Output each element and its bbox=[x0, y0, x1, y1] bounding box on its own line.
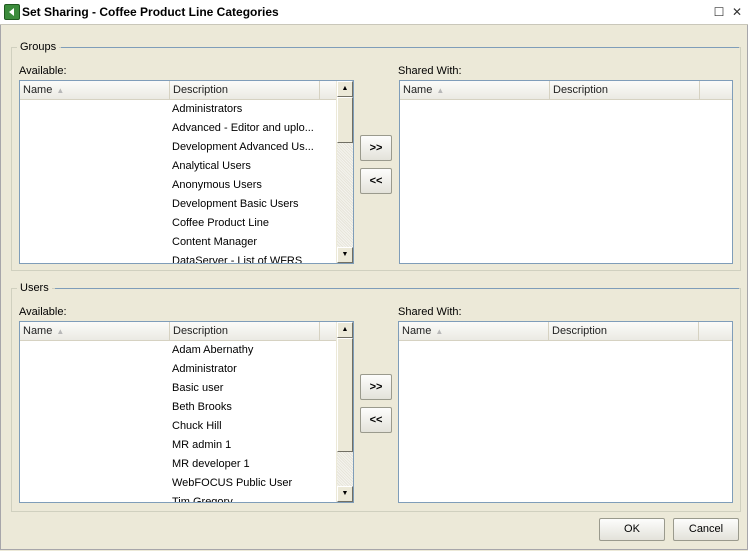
dialog-body: Groups Available: Shared With: Name ▲ Des… bbox=[0, 25, 748, 550]
item-description: DataServer - List of WFRS bbox=[172, 255, 303, 264]
list-item[interactable]: BasicUsersDevelopment Basic Users bbox=[20, 195, 336, 214]
users-add-button[interactable]: >> bbox=[360, 374, 392, 400]
column-header-description[interactable]: Description bbox=[549, 322, 699, 340]
groups-divider bbox=[61, 47, 739, 48]
scroll-up-icon[interactable]: ▲ bbox=[337, 322, 353, 338]
item-description: Coffee Product Line bbox=[172, 217, 270, 229]
item-description: MR developer 1 bbox=[172, 458, 250, 470]
column-header-name[interactable]: Name ▲ bbox=[20, 322, 170, 340]
groups-shared-list[interactable]: Name ▲ Description bbox=[399, 80, 733, 264]
item-description: Administrators bbox=[172, 103, 243, 115]
list-item[interactable]: mrdev1MR developer 1 bbox=[20, 455, 336, 474]
groups-available-header: Name ▲ Description bbox=[20, 81, 353, 100]
back-arrow-icon[interactable] bbox=[4, 4, 20, 20]
groups-legend: Groups bbox=[17, 41, 60, 53]
users-shared-list[interactable]: Name ▲ Description bbox=[398, 321, 733, 503]
column-header-name[interactable]: Name ▲ bbox=[399, 322, 549, 340]
column-header-name[interactable]: Name ▲ bbox=[20, 81, 170, 99]
list-item[interactable]: DataServerDataServer - List of WFRS bbox=[20, 252, 336, 264]
groups-available-label: Available: bbox=[19, 65, 67, 77]
list-item[interactable]: AdvancedAdvanced - Editor and uplo... bbox=[20, 119, 336, 138]
users-shared-label: Shared With: bbox=[398, 306, 462, 318]
item-description: Advanced - Editor and uplo... bbox=[172, 122, 314, 134]
groups-add-button[interactable]: >> bbox=[360, 135, 392, 161]
users-shared-header: Name ▲ Description bbox=[399, 322, 732, 341]
list-item[interactable]: AnonymousAnonymous Users bbox=[20, 176, 336, 195]
list-item[interactable]: mradmin1MR admin 1 bbox=[20, 436, 336, 455]
list-item[interactable]: publicWebFOCUS Public User bbox=[20, 474, 336, 493]
ok-button[interactable]: OK bbox=[599, 518, 665, 541]
list-item[interactable]: bb002Beth Brooks bbox=[20, 398, 336, 417]
item-description: MR admin 1 bbox=[172, 439, 232, 451]
item-description: Development Basic Users bbox=[172, 198, 299, 210]
item-description: Basic user bbox=[172, 382, 224, 394]
item-description: Chuck Hill bbox=[172, 420, 222, 432]
item-description: Anonymous Users bbox=[172, 179, 262, 191]
item-description: WebFOCUS Public User bbox=[172, 477, 293, 489]
list-item[interactable]: CoffeeProdLineCoffee Product Line bbox=[20, 214, 336, 233]
groups-shared-header: Name ▲ Description bbox=[400, 81, 732, 100]
column-header-description[interactable]: Description bbox=[170, 322, 320, 340]
item-description: Development Advanced Us... bbox=[172, 141, 314, 153]
list-item[interactable]: AdministratorsAdministrators bbox=[20, 100, 336, 119]
list-item[interactable]: AdvancedUsersDevelopment Advanced Us... bbox=[20, 138, 336, 157]
list-item[interactable]: AnalyticalUsersAnalytical Users bbox=[20, 157, 336, 176]
groups-available-list[interactable]: Name▲ Description AdministratorsAdminist… bbox=[19, 80, 354, 264]
cancel-button[interactable]: Cancel bbox=[673, 518, 739, 541]
groups-remove-button[interactable]: << bbox=[360, 168, 392, 194]
list-item[interactable]: adminAdministrator bbox=[20, 360, 336, 379]
window-title: Set Sharing - Coffee Product Line Catego… bbox=[22, 5, 279, 19]
scroll-thumb[interactable] bbox=[337, 97, 353, 143]
users-available-scrollbar[interactable]: ▲ ▼ bbox=[336, 322, 353, 502]
column-header-name[interactable]: Name ▲ bbox=[400, 81, 550, 99]
scroll-down-icon[interactable]: ▼ bbox=[337, 247, 353, 263]
groups-shared-label: Shared With: bbox=[398, 65, 462, 77]
users-remove-button[interactable]: << bbox=[360, 407, 392, 433]
item-description: Adam Abernathy bbox=[172, 344, 254, 356]
users-available-header: Name ▲ Description bbox=[20, 322, 353, 341]
list-item[interactable]: tg003Tim Gregory bbox=[20, 493, 336, 503]
users-available-list[interactable]: Name▲ Description aa001Adam Abernathyadm… bbox=[19, 321, 354, 503]
users-legend: Users bbox=[17, 282, 52, 294]
column-header-description[interactable]: Description bbox=[550, 81, 700, 99]
users-divider bbox=[55, 288, 739, 289]
list-item[interactable]: ContentManagersContent Manager bbox=[20, 233, 336, 252]
item-description: Tim Gregory bbox=[172, 496, 233, 503]
maximize-icon[interactable]: ☐ bbox=[712, 5, 726, 19]
column-header-description[interactable]: Description bbox=[170, 81, 320, 99]
item-description: Administrator bbox=[172, 363, 237, 375]
scroll-up-icon[interactable]: ▲ bbox=[337, 81, 353, 97]
scroll-down-icon[interactable]: ▼ bbox=[337, 486, 353, 502]
item-description: Content Manager bbox=[172, 236, 257, 248]
scroll-thumb[interactable] bbox=[337, 338, 353, 452]
close-icon[interactable]: ✕ bbox=[730, 5, 744, 19]
groups-available-scrollbar[interactable]: ▲ ▼ bbox=[336, 81, 353, 263]
item-description: Analytical Users bbox=[172, 160, 251, 172]
list-item[interactable]: auserBasic user bbox=[20, 379, 336, 398]
list-item[interactable]: aa001Adam Abernathy bbox=[20, 341, 336, 360]
title-bar: Set Sharing - Coffee Product Line Catego… bbox=[0, 0, 748, 25]
users-available-label: Available: bbox=[19, 306, 67, 318]
item-description: Beth Brooks bbox=[172, 401, 232, 413]
list-item[interactable]: ch004Chuck Hill bbox=[20, 417, 336, 436]
